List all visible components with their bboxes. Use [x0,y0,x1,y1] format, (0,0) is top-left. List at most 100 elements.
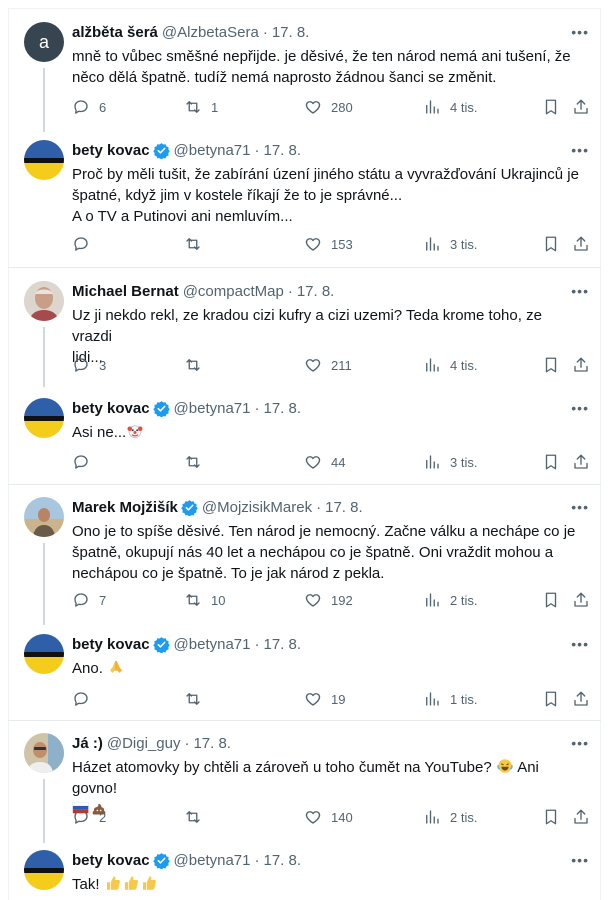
share-button[interactable] [572,235,590,253]
post-bety-kovac[interactable]: bety kovac @betyna71 · 17. 8. ••• Ano. 1… [8,634,601,714]
analytics-icon [426,237,439,251]
user-handle[interactable]: @betyna71 [174,400,251,417]
reply-button[interactable] [72,690,90,708]
reply-button[interactable] [72,235,90,253]
more-options-icon[interactable]: ••• [571,142,589,158]
repost-button[interactable] [184,453,202,471]
avatar[interactable] [24,497,64,537]
display-name[interactable]: bety kovac [72,852,150,869]
like-button[interactable]: 280 [304,98,353,116]
user-handle[interactable]: @betyna71 [174,142,251,159]
thread-line [43,779,45,843]
post-date[interactable]: 17. 8. [264,142,302,159]
more-options-icon[interactable]: ••• [571,400,589,416]
post-date[interactable]: 17. 8. [264,852,302,869]
more-options-icon[interactable]: ••• [571,24,589,40]
reply-button[interactable]: 6 [72,98,106,116]
avatar[interactable] [24,398,64,438]
post-date[interactable]: 17. 8. [264,400,302,417]
user-handle[interactable]: @compactMap [183,283,284,300]
like-button[interactable]: 19 [304,690,345,708]
views-button[interactable]: 4 tis. [423,356,477,374]
more-options-icon[interactable]: ••• [571,735,589,751]
post-digi-guy[interactable]: Já :) @Digi_guy · 17. 8. ••• Házet atomo… [8,733,601,843]
post-bety-kovac[interactable]: bety kovac @betyna71 · 17. 8. ••• Proč b… [8,140,601,260]
share-button[interactable] [572,690,590,708]
user-handle[interactable]: @MojzisikMarek [202,499,312,516]
display-name[interactable]: alžběta šerá [72,24,158,41]
display-name[interactable]: bety kovac [72,142,150,159]
reply-button[interactable]: 2 [72,808,106,826]
avatar[interactable] [24,281,64,321]
more-options-icon[interactable]: ••• [571,283,589,299]
post-marek-mojzisik[interactable]: Marek Mojžišík @MojzisikMarek · 17. 8. •… [8,497,601,625]
post-actions: 153 3 tis. [72,235,602,255]
post-michael-bernat[interactable]: Michael Bernat @compactMap · 17. 8. ••• … [8,281,601,387]
reply-button[interactable] [72,453,90,471]
views-button[interactable]: 2 tis. [423,808,477,826]
thread-divider [8,267,601,268]
bookmark-button[interactable] [542,356,560,374]
like-button[interactable]: 192 [304,591,353,609]
views-button[interactable]: 3 tis. [423,235,477,253]
like-button[interactable]: 211 [304,356,352,374]
bookmark-button[interactable] [542,591,560,609]
post-bety-kovac[interactable]: bety kovac @betyna71 · 17. 8. ••• Asi ne… [8,398,601,478]
display-name[interactable]: bety kovac [72,636,150,653]
user-handle[interactable]: @betyna71 [174,636,251,653]
repost-button[interactable] [184,356,202,374]
avatar[interactable] [24,850,64,890]
bookmark-button[interactable] [542,453,560,471]
like-button[interactable]: 44 [304,453,345,471]
display-name[interactable]: Já :) [72,735,103,752]
bookmark-icon [545,99,557,115]
repost-button[interactable] [184,235,202,253]
bookmark-button[interactable] [542,98,560,116]
post-alzbeta-sera[interactable]: a alžběta šerá @AlzbetaSera · 17. 8. •••… [8,22,601,132]
reply-button[interactable]: 7 [72,591,106,609]
display-name[interactable]: Marek Mojžišík [72,499,178,516]
user-handle[interactable]: @Digi_guy [107,735,181,752]
bookmark-button[interactable] [542,690,560,708]
avatar[interactable]: a [24,22,64,62]
share-button[interactable] [572,591,590,609]
repost-button[interactable]: 10 [184,591,225,609]
post-date[interactable]: 17. 8. [297,283,335,300]
repost-button[interactable] [184,690,202,708]
views-button[interactable]: 2 tis. [423,591,477,609]
share-button[interactable] [572,98,590,116]
views-button[interactable]: 3 tis. [423,453,477,471]
share-button[interactable] [572,453,590,471]
repost-button[interactable] [184,808,202,826]
reply-button[interactable]: 3 [72,356,106,374]
repost-icon [186,456,200,468]
repost-icon [186,238,200,250]
more-options-icon[interactable]: ••• [571,636,589,652]
display-name[interactable]: bety kovac [72,400,150,417]
share-button[interactable] [572,808,590,826]
bookmark-button[interactable] [542,808,560,826]
post-date[interactable]: 17. 8. [193,735,231,752]
like-button[interactable]: 153 [304,235,353,253]
user-handle[interactable]: @AlzbetaSera [162,24,259,41]
bookmark-button[interactable] [542,235,560,253]
more-options-icon[interactable]: ••• [571,852,589,868]
avatar[interactable] [24,634,64,674]
like-button[interactable]: 140 [304,808,353,826]
repost-button[interactable]: 1 [184,98,218,116]
verified-badge-icon [152,852,170,869]
share-button[interactable] [572,356,590,374]
views-button[interactable]: 4 tis. [423,98,477,116]
display-name[interactable]: Michael Bernat [72,283,179,300]
avatar[interactable] [24,140,64,180]
post-bety-kovac[interactable]: bety kovac @betyna71 · 17. 8. ••• Tak! [8,850,601,900]
user-photo-icon [24,497,64,537]
views-button[interactable]: 1 tis. [423,690,477,708]
post-date[interactable]: 17. 8. [264,636,302,653]
post-header: bety kovac @betyna71 · 17. 8. [72,634,301,654]
more-options-icon[interactable]: ••• [571,499,589,515]
user-handle[interactable]: @betyna71 [174,852,251,869]
post-date[interactable]: 17. 8. [272,24,310,41]
post-date[interactable]: 17. 8. [325,499,363,516]
avatar[interactable] [24,733,64,773]
